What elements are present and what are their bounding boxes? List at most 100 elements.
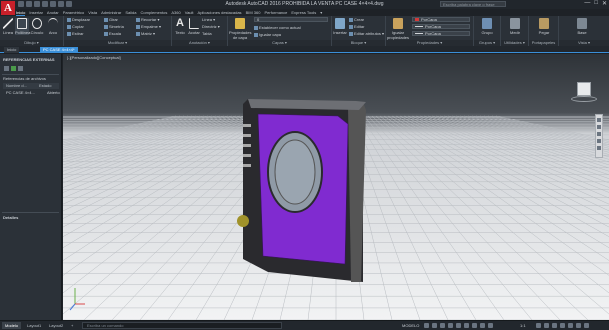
- tab-administrar[interactable]: Administrar: [101, 9, 121, 16]
- tab-vista[interactable]: Vista: [88, 9, 97, 16]
- tab-bim360[interactable]: BIM 360: [246, 9, 261, 16]
- model-canvas[interactable]: [63, 54, 609, 320]
- copy-button[interactable]: Copiar: [67, 24, 84, 29]
- pc-case-model[interactable]: [237, 99, 366, 282]
- base-view-label: Base: [577, 30, 587, 35]
- tab-parametrico[interactable]: Paramétrico: [63, 9, 85, 16]
- application-menu-button[interactable]: A: [1, 1, 15, 15]
- clean-screen-icon[interactable]: [576, 323, 581, 328]
- base-view-button[interactable]: Base: [575, 18, 589, 35]
- minimize-button[interactable]: —: [584, 0, 590, 7]
- text-button[interactable]: A Texto: [173, 18, 187, 36]
- workspace-gear-icon[interactable]: [536, 323, 541, 328]
- tab-express-tools[interactable]: Express Tools: [291, 9, 316, 16]
- pan-icon[interactable]: [597, 125, 601, 129]
- viewport-controls-label[interactable]: [-][Personalizado][Conceptual]: [67, 55, 121, 60]
- leader-button[interactable]: Directriz ▾: [202, 24, 220, 29]
- transparency-icon[interactable]: [488, 323, 493, 328]
- column-status[interactable]: Estado: [39, 83, 51, 89]
- tab-modelo[interactable]: Modelo: [2, 322, 22, 329]
- doc-tab-pc-case[interactable]: PC CASE 4×4×4*: [40, 47, 78, 53]
- rotate-button[interactable]: Girar: [104, 17, 118, 22]
- scale-button[interactable]: Escala: [104, 31, 121, 36]
- orbit-icon[interactable]: [597, 139, 601, 143]
- mirror-button[interactable]: Simetría: [104, 24, 124, 29]
- polyline-button[interactable]: Polilínea: [15, 18, 30, 35]
- insert-button[interactable]: Insertar: [333, 18, 347, 35]
- match-layer-button[interactable]: Igualar capa: [254, 32, 281, 37]
- edit-block-button[interactable]: Editar: [349, 24, 364, 29]
- annotation-monitor-icon[interactable]: [544, 323, 549, 328]
- fillet-button[interactable]: Empalme ▾: [136, 24, 161, 29]
- showmotion-icon[interactable]: [597, 146, 601, 150]
- viewcube[interactable]: [569, 74, 599, 104]
- search-input[interactable]: Escriba palabra clave o frase: [440, 1, 506, 7]
- tab-insertar[interactable]: Insertar: [29, 9, 43, 16]
- array-button[interactable]: Matriz ▾: [136, 31, 155, 36]
- snap-icon[interactable]: [432, 323, 437, 328]
- tabs-overflow-button[interactable]: ▾: [320, 9, 322, 16]
- drawing-viewport[interactable]: [-][Personalizado][Conceptual]: [63, 54, 609, 320]
- viewcube-compass[interactable]: [571, 96, 597, 102]
- refresh-icon[interactable]: [11, 66, 16, 71]
- steering-wheel-icon[interactable]: [597, 118, 601, 122]
- move-button[interactable]: Desplazar: [67, 17, 90, 22]
- match-properties-button[interactable]: Igualar propiedades: [387, 18, 409, 40]
- arc-button[interactable]: Arco: [46, 18, 60, 35]
- stretch-icon: [67, 31, 71, 36]
- hardware-acceleration-icon[interactable]: [568, 323, 573, 328]
- group-button[interactable]: Grupo: [480, 18, 494, 35]
- edit-attributes-label: Editar atributos ▾: [354, 31, 385, 36]
- tab-layout2[interactable]: Layout2: [46, 322, 66, 329]
- layer-dropdown[interactable]: 0: [254, 17, 328, 22]
- object-snap-icon[interactable]: [472, 323, 477, 328]
- model-space-toggle[interactable]: MODELO: [402, 323, 419, 328]
- linear-dim-button[interactable]: Línea ▾: [202, 17, 215, 22]
- tab-complementos[interactable]: Complementos: [140, 9, 167, 16]
- tab-performance[interactable]: Performance: [264, 9, 287, 16]
- tab-layout1[interactable]: Layout1: [24, 322, 44, 329]
- units-icon[interactable]: [552, 323, 557, 328]
- paste-button[interactable]: Pegar: [537, 18, 551, 35]
- help-icon[interactable]: [18, 66, 23, 71]
- polar-icon[interactable]: [448, 323, 453, 328]
- isolate-objects-icon[interactable]: [560, 323, 565, 328]
- add-layout-button[interactable]: +: [68, 322, 76, 329]
- doc-tab-start[interactable]: Inicio: [4, 47, 20, 53]
- create-block-button[interactable]: Crear: [349, 17, 364, 22]
- close-button[interactable]: ✕: [602, 0, 607, 7]
- table-row[interactable]: PC CASE 4×4... Abierto: [3, 90, 60, 96]
- tab-aplicaciones[interactable]: Aplicaciones destacadas: [198, 9, 242, 16]
- edit-attributes-button[interactable]: Editar atributos ▾: [349, 31, 384, 36]
- annotation-scale[interactable]: 1:1: [520, 323, 526, 328]
- table-button[interactable]: Tabla: [202, 31, 212, 36]
- maximize-button[interactable]: □: [594, 0, 598, 7]
- set-current-button[interactable]: Establecer como actual: [254, 25, 301, 30]
- viewcube-face[interactable]: [577, 82, 591, 96]
- linetype-dropdown[interactable]: PorCapa: [412, 24, 470, 29]
- line-button[interactable]: Línea: [1, 18, 15, 35]
- tab-vault[interactable]: Vault: [185, 9, 194, 16]
- object-snap-tracking-icon[interactable]: [464, 323, 469, 328]
- stretch-button[interactable]: Estirar: [67, 31, 84, 36]
- isodraft-icon[interactable]: [456, 323, 461, 328]
- grid-icon[interactable]: [424, 323, 429, 328]
- trim-button[interactable]: Recortar ▾: [136, 17, 159, 22]
- circle-button[interactable]: Círculo: [30, 18, 44, 35]
- color-dropdown[interactable]: PorCapa: [412, 17, 470, 22]
- attach-icon[interactable]: [4, 66, 9, 71]
- customization-menu-icon[interactable]: [584, 323, 589, 328]
- command-line-input[interactable]: Escriba un comando: [82, 322, 282, 329]
- lineweight-dropdown[interactable]: PorCapa: [412, 31, 470, 36]
- column-name[interactable]: Nombre d...: [6, 83, 27, 89]
- tab-a360[interactable]: A360: [171, 9, 180, 16]
- layer-properties-button[interactable]: Propiedades de capa: [229, 18, 251, 40]
- lineweight-toggle-icon[interactable]: [480, 323, 485, 328]
- ortho-icon[interactable]: [440, 323, 445, 328]
- tab-anotar[interactable]: Anotar: [47, 9, 59, 16]
- zoom-icon[interactable]: [597, 132, 601, 136]
- dimension-button[interactable]: Acotar: [187, 18, 201, 35]
- measure-button[interactable]: Medir: [508, 18, 522, 35]
- tab-salida[interactable]: Salida: [125, 9, 136, 16]
- tab-inicio[interactable]: Inicio: [16, 9, 26, 16]
